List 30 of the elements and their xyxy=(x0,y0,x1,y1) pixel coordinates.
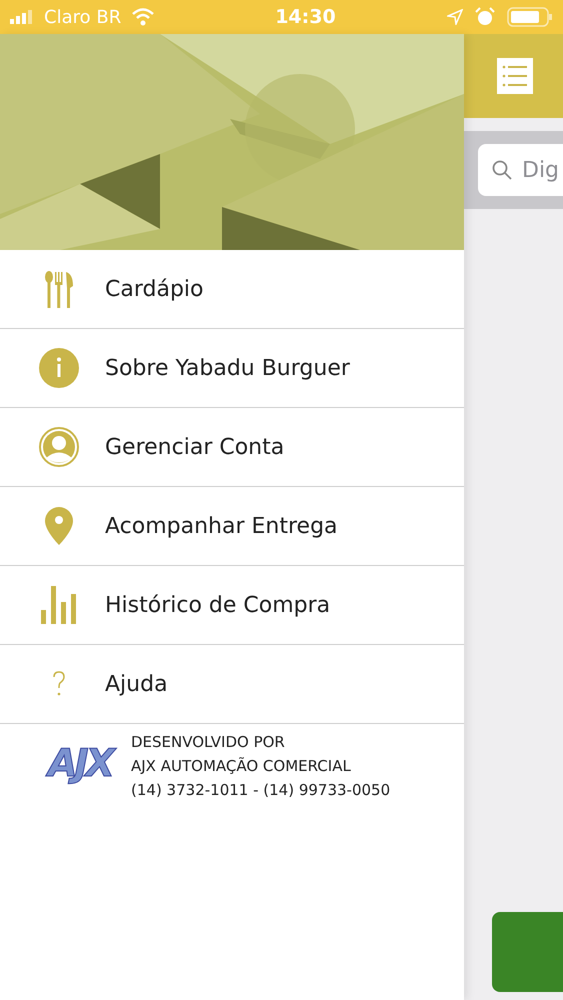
menu-item[interactable]: Cardápio xyxy=(0,250,464,329)
developer-info: DESENVOLVIDO POR xyxy=(131,732,286,753)
cutlery-icon xyxy=(44,270,74,308)
location-pin-icon xyxy=(42,506,74,546)
menu-label: Histórico de Compra xyxy=(105,592,330,620)
developer-info: AJX AUTOMAÇÃO COMERCIAL xyxy=(131,756,352,777)
menu-label: Gerenciar Conta xyxy=(105,434,284,462)
list-icon[interactable] xyxy=(497,58,533,94)
menu-item[interactable]: Histórico de Compra xyxy=(0,566,464,645)
question-mark-icon xyxy=(50,671,66,697)
menu-item[interactable]: Acompanhar Entrega xyxy=(0,487,464,566)
battery-icon xyxy=(507,7,553,27)
search-field[interactable]: Dig xyxy=(478,144,563,196)
menu-item[interactable]: Sobre Yabadu Burguer xyxy=(0,329,464,408)
company-logo: AJX xyxy=(37,730,123,790)
alarm-icon xyxy=(475,7,495,27)
info-icon xyxy=(36,346,80,390)
developer-info: (14) 3732-1011 - (14) 99733-0050 xyxy=(131,780,390,801)
user-icon xyxy=(36,425,80,469)
menu-label: Acompanhar Entrega xyxy=(105,512,338,540)
clock-time: 14:30 xyxy=(275,4,336,30)
location-arrow-icon xyxy=(447,9,463,25)
search-icon xyxy=(492,160,512,180)
menu-label: Cardápio xyxy=(105,276,204,304)
menu-label: Ajuda xyxy=(105,670,168,698)
bar-chart-icon xyxy=(40,586,76,624)
menu-item[interactable]: Gerenciar Conta xyxy=(0,408,464,487)
menu-label: Sobre Yabadu Burguer xyxy=(105,354,350,382)
carrier-name: Claro BR xyxy=(44,6,122,30)
wifi-icon xyxy=(131,8,156,26)
